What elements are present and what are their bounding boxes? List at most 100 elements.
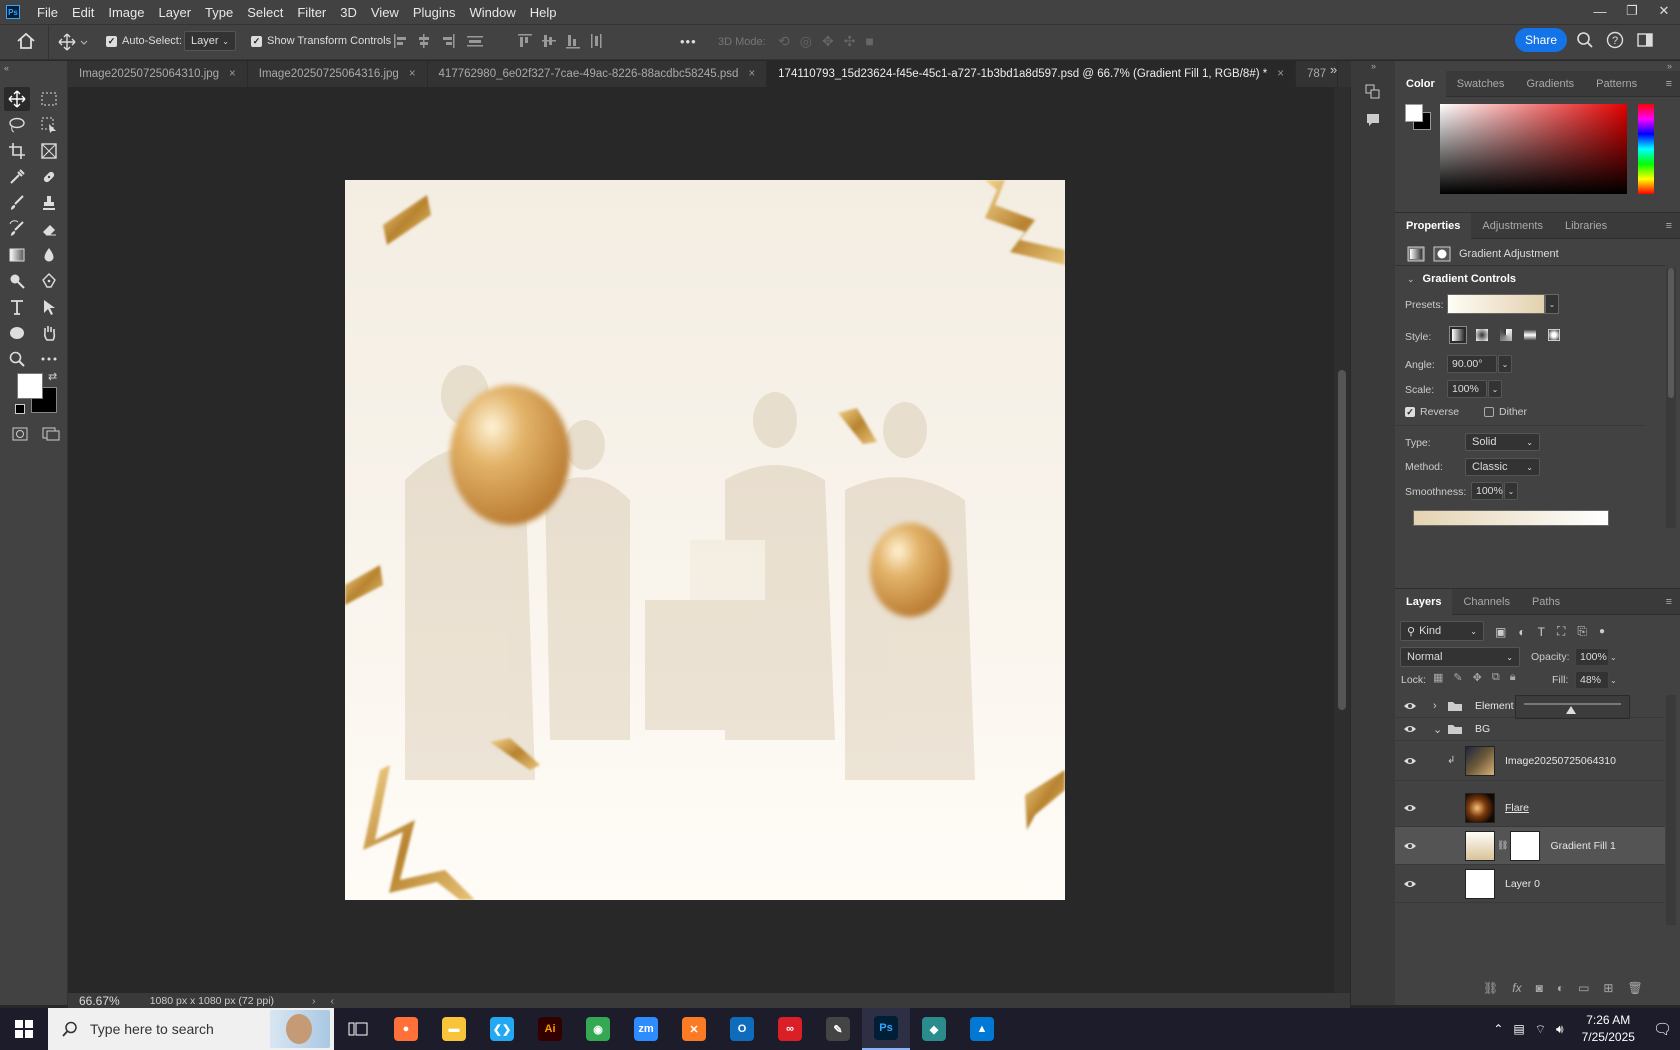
opacity-dropdown-icon[interactable]: ⌄ (1610, 648, 1622, 666)
frame-tool-icon[interactable] (36, 139, 62, 163)
menu-file[interactable]: File (30, 5, 65, 20)
firefox-icon[interactable]: ● (382, 1008, 430, 1050)
lock-pixels-icon[interactable]: ✎ (1453, 671, 1462, 684)
scale-dropdown-icon[interactable]: ⌄ (1488, 380, 1502, 398)
layer-row[interactable]: Layer 0 (1395, 865, 1665, 903)
color-field[interactable] (1440, 104, 1627, 194)
3d-camera-icon[interactable]: ■ (865, 33, 873, 50)
menu-filter[interactable]: Filter (290, 5, 333, 20)
eraser-tool-icon[interactable] (36, 217, 62, 241)
angle-style-icon[interactable] (1497, 326, 1515, 344)
task-view-icon[interactable] (334, 1008, 382, 1050)
reflected-style-icon[interactable] (1521, 326, 1539, 344)
ellipse-tool-icon[interactable] (4, 321, 30, 345)
color-panel-tab-swatches[interactable]: Swatches (1446, 71, 1516, 97)
visibility-eye-icon[interactable] (1395, 756, 1425, 766)
opacity-field[interactable]: 100% (1575, 648, 1609, 666)
layers-scrollbar[interactable] (1666, 695, 1676, 925)
align-right-icon[interactable] (440, 32, 456, 50)
collapse-panels-icon[interactable]: » (1667, 61, 1672, 71)
align-top-icon[interactable] (516, 32, 532, 50)
wifi-icon[interactable]: ⌔ (1535, 1022, 1546, 1037)
menu-select[interactable]: Select (240, 5, 290, 20)
tray-overflow-icon[interactable]: ⌃ (1493, 1022, 1503, 1036)
vscode-icon[interactable]: ❮❯ (478, 1008, 526, 1050)
lock-artboard-icon[interactable]: ⧉ (1492, 671, 1500, 684)
windows-start-icon[interactable] (0, 1008, 48, 1050)
document-canvas[interactable] (345, 180, 1065, 900)
linear-style-icon[interactable] (1449, 326, 1467, 344)
type-filter-icon[interactable]: T (1538, 625, 1545, 639)
layers-panel-tab-layers[interactable]: Layers (1395, 588, 1453, 615)
pen-app-icon[interactable]: ✎ (814, 1008, 862, 1050)
smoothness-dropdown-icon[interactable]: ⌄ (1504, 482, 1518, 500)
close-tab-icon[interactable]: × (409, 68, 416, 80)
color-panel-tab-gradients[interactable]: Gradients (1515, 71, 1585, 97)
method-dropdown[interactable]: Classic ⌄ (1465, 458, 1540, 476)
brush-tool-icon[interactable] (4, 191, 30, 215)
more-tools-icon[interactable] (36, 347, 62, 371)
menu-image[interactable]: Image (101, 5, 151, 20)
collapse-strip-icon[interactable]: » (1371, 61, 1376, 71)
creative-cloud-icon[interactable]: ∞ (766, 1008, 814, 1050)
color-panel-menu-icon[interactable]: ≡ (1666, 78, 1672, 90)
visibility-eye-icon[interactable] (1395, 879, 1425, 889)
new-layer-icon[interactable]: ⊞ (1603, 981, 1613, 995)
group-expanded-icon[interactable]: ⌄ (1433, 723, 1442, 736)
vertical-scrollbar[interactable] (1334, 87, 1350, 993)
illustrator-icon[interactable]: Ai (526, 1008, 574, 1050)
properties-panel-menu-icon[interactable]: ≡ (1666, 220, 1672, 232)
close-tab-icon[interactable]: × (1277, 68, 1284, 80)
angle-field[interactable]: 90.00° (1447, 355, 1497, 373)
restore-icon[interactable]: ❐ (1616, 0, 1648, 22)
auto-select-target-dropdown[interactable]: Layer ⌄ (184, 31, 236, 51)
photoshop-icon[interactable]: Ps (862, 1008, 910, 1050)
filter-toggle-icon[interactable]: ● (1599, 626, 1605, 637)
3d-pan-icon[interactable]: ✥ (822, 33, 834, 50)
zoom-level[interactable]: 66.67% (79, 994, 120, 1008)
menu-type[interactable]: Type (198, 5, 240, 20)
align-center-h-icon[interactable] (416, 32, 432, 50)
3d-orbit-icon[interactable]: ⟲ (778, 33, 790, 50)
volume-icon[interactable]: 🔊︎ (1556, 1022, 1564, 1037)
file-explorer-icon[interactable]: ▬ (430, 1008, 478, 1050)
align-middle-icon[interactable] (540, 32, 556, 50)
distribute-v-icon[interactable] (464, 32, 486, 50)
gradient-preset-preview[interactable] (1447, 294, 1545, 314)
menu-help[interactable]: Help (523, 5, 564, 20)
xampp-icon[interactable]: ✕ (670, 1008, 718, 1050)
menu-edit[interactable]: Edit (65, 5, 101, 20)
visibility-eye-icon[interactable] (1395, 724, 1425, 734)
align-bottom-icon[interactable] (564, 32, 580, 50)
smoothness-field[interactable]: 100% (1471, 482, 1503, 500)
share-button[interactable]: Share (1515, 28, 1567, 52)
properties-panel-tab-libraries[interactable]: Libraries (1554, 213, 1618, 239)
document-tab[interactable]: 417762980_6e02f327-7cae-49ac-8226-88acdb… (428, 61, 768, 87)
layer-row[interactable]: ↲ Image20250725064310 (1395, 741, 1665, 781)
tabs-overflow-icon[interactable]: » (1330, 62, 1337, 77)
document-tab[interactable]: Image20250725064316.jpg × (248, 61, 428, 87)
color-panel-tab-color[interactable]: Color (1395, 70, 1446, 97)
dodge-tool-icon[interactable] (4, 269, 30, 293)
scale-field[interactable]: 100% (1447, 380, 1487, 398)
visibility-eye-icon[interactable] (1395, 803, 1425, 813)
workspace-icon[interactable] (1636, 31, 1654, 49)
clock[interactable]: 7:26 AM 7/25/2025 (1582, 1012, 1635, 1046)
marquee-tool-icon[interactable] (36, 87, 62, 111)
show-transform-controls-checkbox[interactable]: ✓ Show Transform Controls (251, 35, 391, 47)
healing-tool-icon[interactable] (36, 165, 62, 189)
minimize-icon[interactable]: — (1584, 0, 1616, 22)
zoom-icon[interactable]: zm (622, 1008, 670, 1050)
history-brush-tool-icon[interactable] (4, 217, 30, 241)
home-icon[interactable] (16, 32, 36, 50)
color-panel-tab-patterns[interactable]: Patterns (1585, 71, 1648, 97)
lock-transparent-icon[interactable]: ▦ (1433, 671, 1443, 684)
path-select-tool-icon[interactable] (36, 295, 62, 319)
layers-panel-tab-paths[interactable]: Paths (1521, 589, 1571, 615)
adjustment-layer-icon[interactable]: ◐ (1557, 981, 1564, 995)
crop-tool-icon[interactable] (4, 139, 30, 163)
move-tool-preset-icon[interactable] (58, 33, 88, 51)
notifications-icon[interactable]: 🗨︎ (1653, 1020, 1672, 1038)
layer-row[interactable]: ⌄ BG (1395, 718, 1665, 741)
chevron-down-icon[interactable]: ⌄ (1545, 294, 1559, 314)
